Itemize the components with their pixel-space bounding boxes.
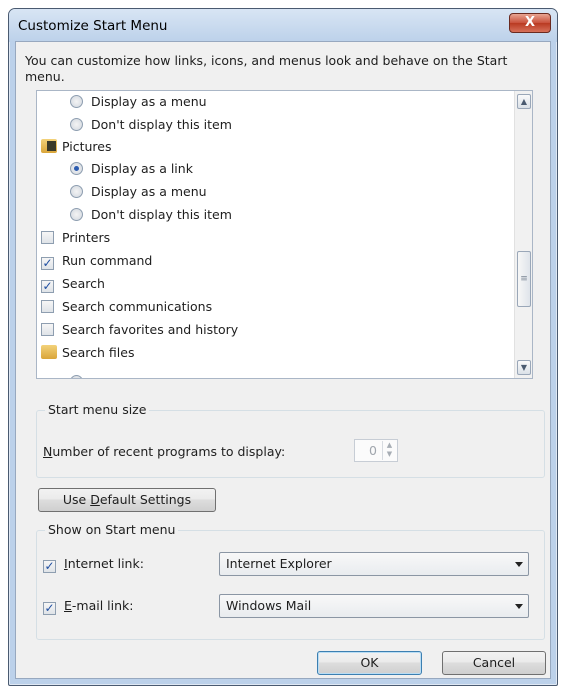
cancel-button[interactable]: Cancel xyxy=(442,651,546,675)
list-item-radio[interactable]: Don't display this item xyxy=(70,204,232,226)
list-item-label: Pictures xyxy=(62,139,112,154)
list-item-label: Search favorites and history xyxy=(62,322,239,337)
list-item-folder[interactable]: Search files xyxy=(41,342,134,364)
use-default-settings-button[interactable]: Use Default Settings xyxy=(38,488,216,512)
scroll-down-button[interactable]: ▼ xyxy=(517,360,531,375)
internet-link-checkbox[interactable]: ✓ xyxy=(43,560,56,573)
checkbox[interactable]: ✓ xyxy=(41,257,54,270)
list-item-label: Don't display this item xyxy=(91,117,232,132)
list-item-label: Display as a menu xyxy=(91,94,207,109)
show-on-start-menu-group: Show on Start menu ✓ Internet link: Inter… xyxy=(36,522,545,640)
list-item-check[interactable]: ✓ Run command xyxy=(41,250,152,272)
title-bar[interactable]: Customize Start Menu X xyxy=(9,9,557,42)
vertical-scrollbar[interactable]: ▲ ≡ ▼ xyxy=(514,91,532,378)
radio-button[interactable] xyxy=(70,95,83,108)
list-item-check[interactable]: ✓ Search xyxy=(41,273,105,295)
checkbox[interactable] xyxy=(41,300,54,313)
list-item-label: Search files xyxy=(62,345,135,360)
radio-button[interactable] xyxy=(70,118,83,131)
internet-link-row[interactable]: ✓ Internet link: xyxy=(43,556,144,573)
list-item-label: Don't display this item xyxy=(91,207,232,222)
checkbox[interactable] xyxy=(41,323,54,336)
close-button[interactable]: X xyxy=(509,13,551,33)
intro-text: You can customize how links, icons, and … xyxy=(25,53,508,84)
start-menu-items-list[interactable]: Display as a menu Don't display this item… xyxy=(36,90,533,379)
scroll-thumb[interactable]: ≡ xyxy=(517,251,531,307)
recent-programs-value: 0 xyxy=(369,443,377,458)
start-menu-size-group: Start menu size Number of recent program… xyxy=(36,402,545,478)
list-item-radio[interactable]: Don't display this item xyxy=(70,114,232,136)
scroll-up-button[interactable]: ▲ xyxy=(517,94,531,109)
radio-button[interactable] xyxy=(70,208,83,221)
email-program-select[interactable]: Windows Mail xyxy=(219,594,529,618)
folder-icon xyxy=(41,139,57,153)
list-item-label: Search xyxy=(62,276,105,291)
radio-button[interactable] xyxy=(70,185,83,198)
show-on-start-menu-label: Show on Start menu xyxy=(45,522,179,537)
recent-programs-label: Number of recent programs to display: xyxy=(43,444,286,459)
start-menu-size-label: Start menu size xyxy=(45,402,150,417)
list-item-radio[interactable]: Display as a menu xyxy=(70,91,207,113)
checkbox[interactable] xyxy=(41,231,54,244)
internet-browser-select[interactable]: Internet Explorer xyxy=(219,552,529,576)
recent-programs-spinner[interactable]: 0 ▲ ▼ xyxy=(354,439,398,462)
dialog-title: Customize Start Menu xyxy=(18,18,168,34)
email-link-row[interactable]: ✓ E-mail link: xyxy=(43,598,134,615)
list-item-label: Display as a link xyxy=(91,161,193,176)
checkbox[interactable]: ✓ xyxy=(41,280,54,293)
chevron-down-icon xyxy=(515,604,523,609)
list-item-label: Display as a menu xyxy=(91,184,207,199)
email-program-value: Windows Mail xyxy=(226,598,312,613)
customize-start-menu-dialog: Customize Start Menu X You can customize… xyxy=(8,8,558,686)
list-item-folder[interactable]: Pictures xyxy=(41,136,112,158)
ok-button[interactable]: OK xyxy=(317,651,422,675)
list-item-check[interactable]: Search favorites and history xyxy=(41,319,238,341)
chevron-down-icon xyxy=(515,562,523,567)
internet-browser-value: Internet Explorer xyxy=(226,556,332,571)
list-item-radio[interactable]: Display as a menu xyxy=(70,181,207,203)
list-item-label: Search communications xyxy=(62,299,213,314)
radio-button[interactable] xyxy=(70,162,83,175)
spinner-arrows[interactable]: ▲ ▼ xyxy=(382,441,396,460)
list-item-check[interactable]: Search communications xyxy=(41,296,212,318)
dialog-body: You can customize how links, icons, and … xyxy=(15,41,551,679)
partial-row xyxy=(70,371,91,378)
email-link-checkbox[interactable]: ✓ xyxy=(43,602,56,615)
folder-icon xyxy=(41,345,57,359)
list-item-radio[interactable]: Display as a link xyxy=(70,158,193,180)
radio-button[interactable] xyxy=(70,375,83,378)
list-item-label: Printers xyxy=(62,230,111,245)
list-item-label: Run command xyxy=(62,253,153,268)
list-item-check[interactable]: Printers xyxy=(41,227,110,249)
